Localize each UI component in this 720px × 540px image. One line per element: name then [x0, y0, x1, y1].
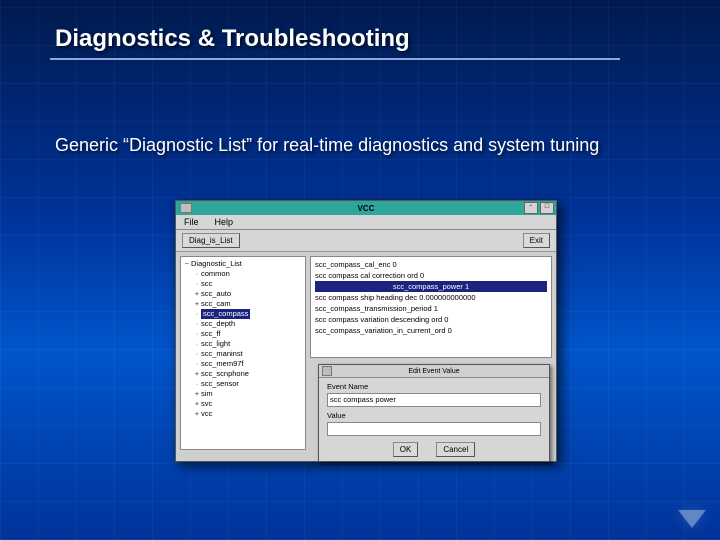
event-name-field[interactable]: scc compass power — [327, 393, 541, 407]
tree-item[interactable]: ·scc_maninst — [183, 349, 303, 359]
tree-item-label: scc_scnphone — [201, 369, 249, 378]
tree-item[interactable]: +scc_auto — [183, 289, 303, 299]
menu-bar: File Help — [176, 215, 556, 230]
list-row[interactable]: scc compass ship heading dec 0.000000000… — [315, 292, 547, 303]
expander-icon[interactable]: · — [193, 279, 201, 289]
dialog-title: Edit Event Value — [408, 368, 459, 375]
tree-item-label: scc_sensor — [201, 379, 239, 388]
tree-item-label: scc_maninst — [201, 349, 243, 358]
list-row[interactable]: scc_compass_transmission_period 1 — [315, 303, 547, 314]
expander-icon[interactable]: · — [193, 269, 201, 279]
dialog-system-icon[interactable] — [322, 366, 332, 376]
tree-item-label: scc_compass — [201, 309, 250, 319]
cancel-button[interactable]: Cancel — [436, 442, 475, 457]
edit-dialog: Edit Event Value Event Name scc compass … — [318, 364, 550, 462]
menu-help[interactable]: Help — [215, 217, 234, 227]
tree-item[interactable]: +svc — [183, 399, 303, 409]
list-row[interactable]: scc_compass_cal_enc 0 — [315, 259, 547, 270]
expander-icon[interactable]: + — [193, 369, 201, 379]
menu-file[interactable]: File — [184, 217, 199, 227]
tree-item-label: scc — [201, 279, 212, 288]
event-list[interactable]: scc_compass_cal_enc 0scc compass cal cor… — [310, 256, 552, 358]
minimize-icon[interactable]: · — [524, 202, 538, 214]
tree-item[interactable]: ·scc_depth — [183, 319, 303, 329]
expander-icon[interactable]: · — [193, 309, 201, 319]
exit-button[interactable]: Exit — [523, 233, 550, 248]
list-row[interactable]: scc compass cal correction ord 0 — [315, 270, 547, 281]
tree-item[interactable]: ·scc_light — [183, 339, 303, 349]
dialog-title-bar: Edit Event Value — [319, 365, 549, 378]
expander-icon[interactable]: + — [193, 289, 201, 299]
tree-item[interactable]: +vcc — [183, 409, 303, 419]
tree-item[interactable]: +sim — [183, 389, 303, 399]
maximize-icon[interactable]: □ — [540, 202, 554, 214]
tree-item[interactable]: ·scc_mem97f — [183, 359, 303, 369]
tree-item-label: scc_auto — [201, 289, 231, 298]
tree-item[interactable]: ·scc_sensor — [183, 379, 303, 389]
title-bar: VCC · □ — [176, 201, 556, 215]
tree-item-label: common — [201, 269, 230, 278]
tree-item-label: vcc — [201, 409, 212, 418]
tree-item[interactable]: +scc_cam — [183, 299, 303, 309]
window-title: VCC — [358, 204, 375, 213]
tree-item-label: scc_cam — [201, 299, 231, 308]
tree-item[interactable]: ·scc_compass — [183, 309, 303, 319]
expander-icon[interactable]: · — [193, 349, 201, 359]
title-underline — [50, 58, 620, 60]
expander-icon[interactable]: · — [193, 339, 201, 349]
list-row[interactable]: scc compass variation descending ord 0 — [315, 314, 547, 325]
tree-item-label: scc_ff — [201, 329, 220, 338]
tree-item[interactable]: ·common — [183, 269, 303, 279]
expander-icon[interactable]: + — [193, 299, 201, 309]
expander-icon[interactable]: + — [193, 409, 201, 419]
value-field[interactable] — [327, 422, 541, 436]
value-label: Value — [327, 411, 541, 420]
expander-icon[interactable]: · — [193, 329, 201, 339]
tree-item[interactable]: +scc_scnphone — [183, 369, 303, 379]
expander-icon[interactable]: · — [193, 359, 201, 369]
application-window: VCC · □ File Help Diag_is_List Exit −Dia… — [175, 200, 557, 462]
tree-item-label: svc — [201, 399, 212, 408]
expander-icon[interactable]: · — [193, 319, 201, 329]
tree-item[interactable]: ·scc_ff — [183, 329, 303, 339]
expander-icon[interactable]: · — [193, 379, 201, 389]
tree-item-label: sim — [201, 389, 213, 398]
system-menu-icon[interactable] — [180, 203, 192, 213]
page-turn-icon[interactable] — [678, 510, 706, 528]
tree-item[interactable]: ·scc — [183, 279, 303, 289]
diag-list-button[interactable]: Diag_is_List — [182, 233, 240, 248]
event-name-label: Event Name — [327, 382, 541, 391]
tree-item-label: scc_mem97f — [201, 359, 244, 368]
tree-root[interactable]: −Diagnostic_List — [183, 259, 303, 269]
list-row[interactable]: scc_compass_variation_in_current_ord 0 — [315, 325, 547, 336]
toolbar: Diag_is_List Exit — [176, 230, 556, 252]
ok-button[interactable]: OK — [393, 442, 419, 457]
list-row[interactable]: scc_compass_power 1 — [315, 281, 547, 292]
slide-subtitle: Generic “Diagnostic List” for real-time … — [55, 135, 599, 156]
expander-icon[interactable]: + — [193, 389, 201, 399]
tree-view[interactable]: −Diagnostic_List ·common·scc+scc_auto+sc… — [180, 256, 306, 450]
tree-item-label: scc_light — [201, 339, 230, 348]
slide-title: Diagnostics & Troubleshooting — [55, 25, 410, 53]
expander-icon[interactable]: + — [193, 399, 201, 409]
tree-item-label: scc_depth — [201, 319, 235, 328]
